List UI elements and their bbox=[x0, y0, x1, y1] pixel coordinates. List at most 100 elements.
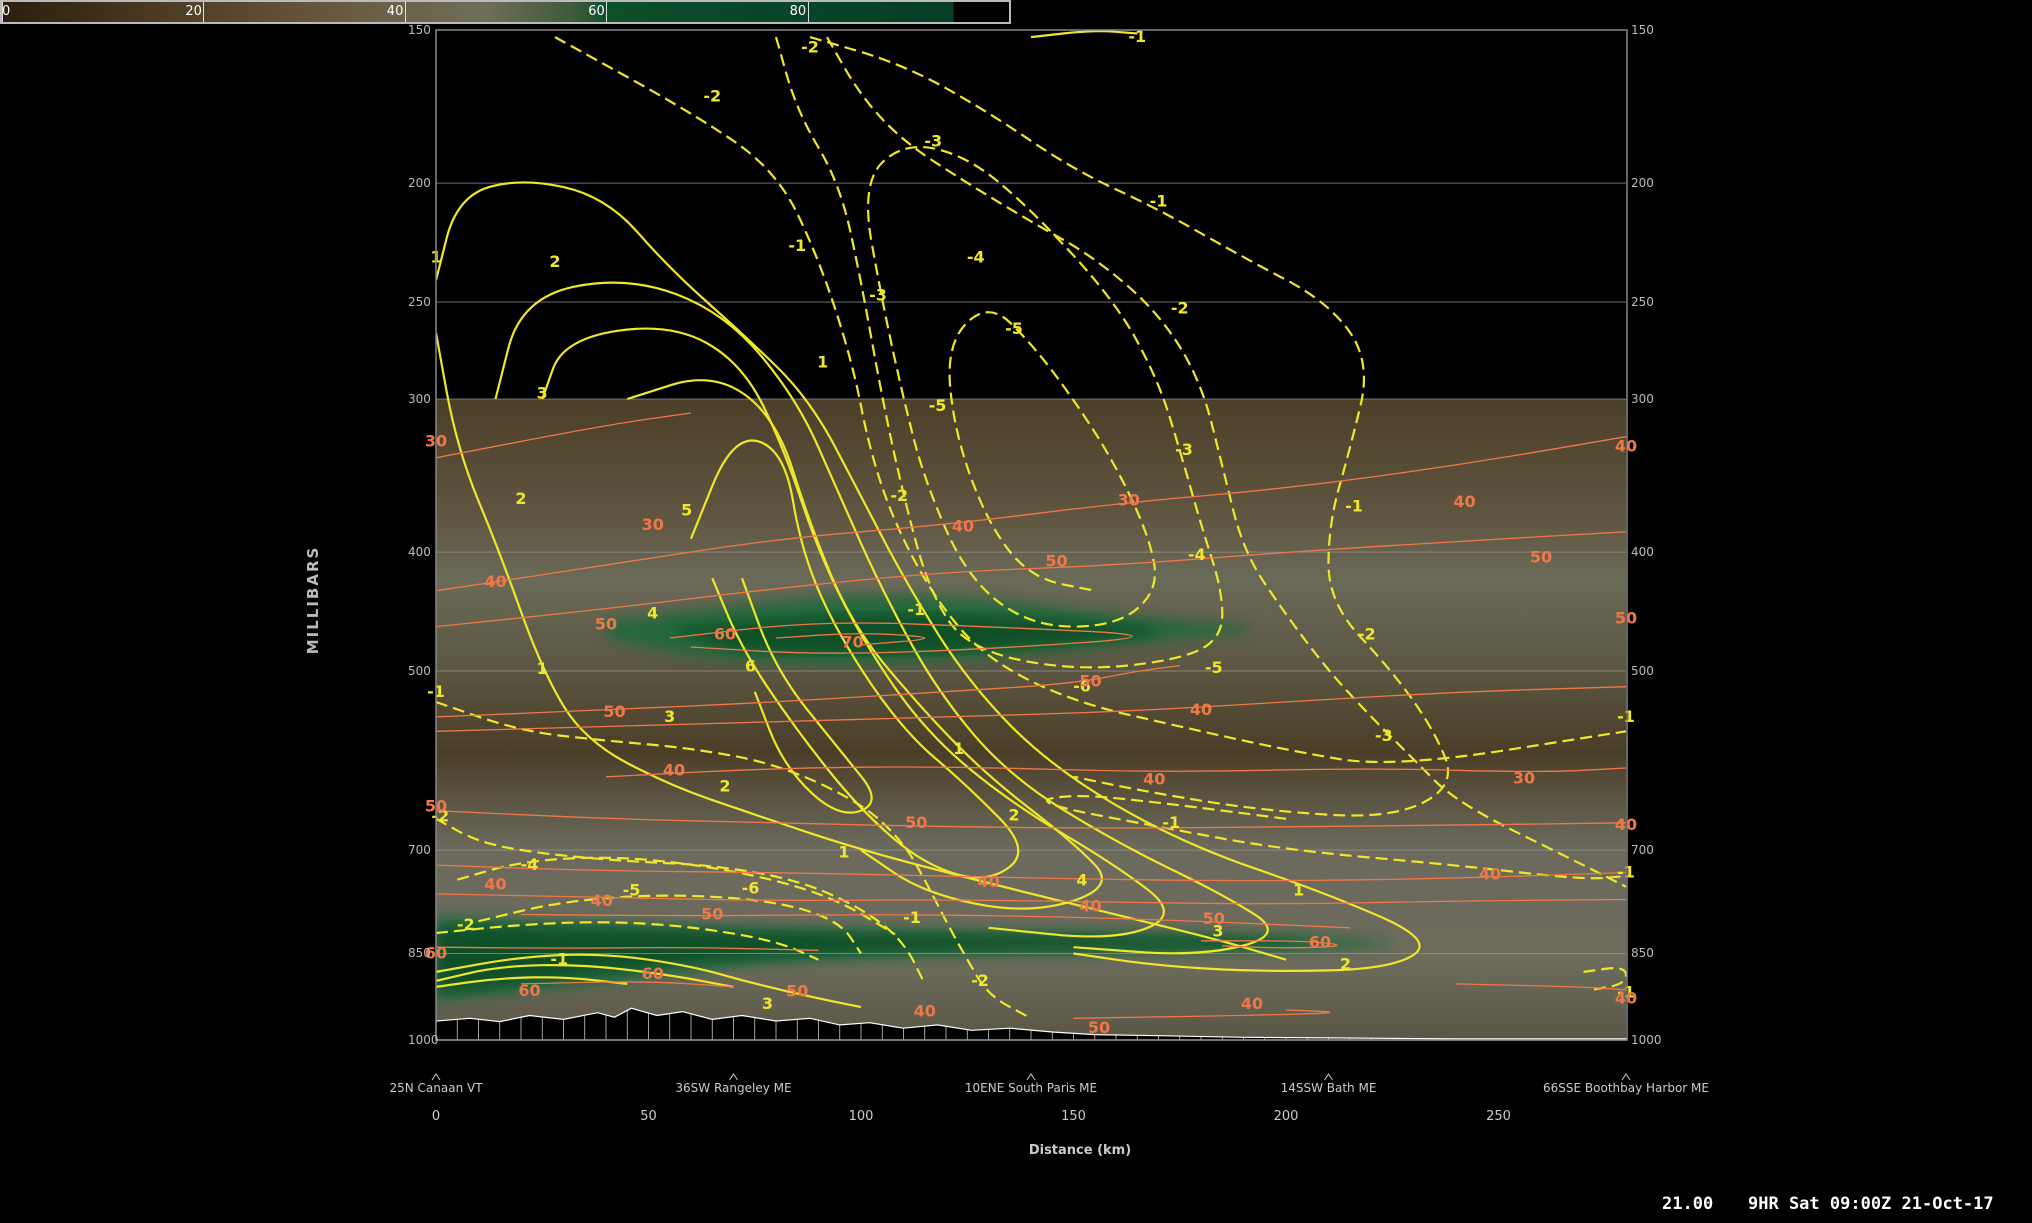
yellow-contour-label: -6 bbox=[742, 878, 760, 897]
orange-contour-label: 40 bbox=[952, 516, 974, 535]
yellow-contour-label: -2 bbox=[1171, 298, 1189, 317]
x-tick-label: 200 bbox=[1273, 1109, 1299, 1124]
station-label: 66SSE Boothbay Harbor ME bbox=[1543, 1081, 1709, 1095]
pressure-tick-label: 200 bbox=[408, 176, 431, 191]
orange-contour-label: 60 bbox=[714, 625, 736, 644]
station-marker bbox=[729, 1073, 738, 1081]
orange-contour-label: 40 bbox=[1079, 896, 1101, 915]
orange-contour-label: 40 bbox=[914, 1002, 936, 1021]
yellow-contour-label: -5 bbox=[623, 880, 641, 899]
yellow-contour-label: 5 bbox=[681, 501, 692, 520]
pressure-tick-label: 150 bbox=[1631, 23, 1654, 37]
orange-contour-label: 50 bbox=[1615, 608, 1637, 627]
yellow-contour-label: -1 bbox=[1617, 707, 1635, 726]
yellow-contour-label: -2 bbox=[457, 915, 475, 934]
orange-contour-label: 40 bbox=[663, 761, 685, 780]
orange-contour-label: 50 bbox=[1079, 672, 1101, 691]
orange-contour-label: 40 bbox=[1615, 437, 1637, 456]
pressure-tick-label: 300 bbox=[1631, 392, 1654, 407]
yellow-contour-label: -5 bbox=[929, 396, 947, 415]
x-axis-label: Distance (km) bbox=[1028, 1143, 1132, 1158]
yellow-contour-label: 6 bbox=[745, 657, 756, 676]
station-marker bbox=[1324, 1073, 1333, 1081]
orange-contour-label: 40 bbox=[484, 572, 506, 591]
pressure-tick-label: 850 bbox=[1631, 946, 1654, 961]
orange-contour-label: 50 bbox=[701, 905, 723, 924]
yellow-contour-label: 3 bbox=[537, 384, 548, 403]
positive-contour bbox=[1030, 30, 1138, 39]
yellow-contour-label: -1 bbox=[1617, 862, 1635, 881]
yellow-contour-label: 1 bbox=[838, 842, 849, 861]
yellow-contour-label: -2 bbox=[971, 971, 989, 990]
yellow-contour-label: -3 bbox=[924, 132, 942, 151]
station-label: 14SSW Bath ME bbox=[1280, 1081, 1377, 1095]
pressure-tick-label: 1000 bbox=[1631, 1033, 1662, 1047]
yellow-contour-label: -1 bbox=[1162, 813, 1180, 832]
station-label: 36SW Rangeley ME bbox=[675, 1081, 792, 1095]
status-valid-time: 9HR Sat 09:00Z 21-Oct-17 bbox=[1748, 1194, 1994, 1214]
pressure-tick-label: 500 bbox=[408, 663, 431, 678]
orange-contour-label: 40 bbox=[977, 872, 999, 891]
orange-contour-label: 50 bbox=[603, 702, 625, 721]
orange-contour-label: 60 bbox=[1309, 933, 1331, 952]
orange-contour-label: 60 bbox=[642, 964, 664, 983]
orange-contour-label: 40 bbox=[1190, 700, 1212, 719]
pressure-tick-label: 500 bbox=[1631, 663, 1654, 678]
yellow-contour-label: -4 bbox=[521, 855, 539, 874]
orange-contour-label: 40 bbox=[591, 891, 613, 910]
orange-contour-label: 50 bbox=[1530, 547, 1552, 566]
y-axis-label: MILLIBARS bbox=[304, 545, 322, 655]
status-value: 21.00 bbox=[1662, 1194, 1714, 1214]
pressure-tick-label: 700 bbox=[408, 843, 431, 858]
pressure-tick-label: 1000 bbox=[408, 1033, 439, 1047]
orange-contour-label: 50 bbox=[786, 982, 808, 1001]
yellow-contour-label: -4 bbox=[967, 248, 985, 267]
yellow-contour-label: -3 bbox=[1175, 440, 1193, 459]
yellow-contour-label: -4 bbox=[1188, 545, 1206, 564]
yellow-contour-label: 1 bbox=[1293, 880, 1304, 899]
pressure-tick-label: 400 bbox=[408, 545, 431, 560]
station-label: 10ENE South Paris ME bbox=[964, 1081, 1098, 1095]
yellow-contour-label: -1 bbox=[907, 600, 925, 619]
yellow-contour-label: 1 bbox=[817, 352, 828, 371]
yellow-contour-label: -1 bbox=[788, 236, 806, 255]
pressure-tick-label: 150 bbox=[408, 23, 431, 37]
pressure-tick-label: 200 bbox=[1631, 176, 1654, 191]
yellow-contour-label: 3 bbox=[664, 707, 675, 726]
yellow-contour-label: -2 bbox=[801, 37, 819, 56]
x-tick-label: 100 bbox=[848, 1109, 874, 1124]
orange-contour-label: 50 bbox=[1203, 909, 1225, 928]
yellow-contour-label: 4 bbox=[647, 604, 658, 623]
pressure-tick-label: 400 bbox=[1631, 545, 1654, 560]
x-tick-label: 250 bbox=[1486, 1109, 1511, 1124]
yellow-contour-label: -5 bbox=[1205, 658, 1223, 677]
orange-contour-label: 40 bbox=[1241, 994, 1263, 1013]
orange-contour-label: 50 bbox=[595, 614, 617, 633]
yellow-contour-label: 3 bbox=[762, 994, 773, 1013]
station-marker bbox=[1621, 1073, 1631, 1081]
x-tick-label: 0 bbox=[431, 1109, 441, 1124]
x-tick-label: 50 bbox=[640, 1109, 657, 1124]
station-marker bbox=[431, 1073, 441, 1081]
orange-contour-label: 50 bbox=[1045, 551, 1067, 570]
orange-contour-label: 40 bbox=[1143, 769, 1165, 788]
orange-contour-label: 40 bbox=[484, 875, 506, 894]
yellow-contour-label: -1 bbox=[903, 908, 921, 927]
yellow-contour-label: 1 bbox=[537, 659, 548, 678]
pressure-tick-label: 250 bbox=[1631, 294, 1654, 309]
station-label: 25N Canaan VT bbox=[389, 1081, 483, 1095]
yellow-contour-label: 2 bbox=[1340, 955, 1351, 974]
orange-contour-label: 40 bbox=[1615, 988, 1637, 1007]
orange-contour-label: 50 bbox=[1088, 1018, 1110, 1037]
orange-contour-label: 40 bbox=[1615, 815, 1637, 834]
yellow-contour-label: 4 bbox=[1076, 870, 1087, 889]
pressure-tick-label: 700 bbox=[1631, 843, 1654, 858]
yellow-contour-label: 1 bbox=[953, 739, 964, 758]
yellow-contour-label: 2 bbox=[719, 776, 730, 795]
orange-contour-label: 40 bbox=[1479, 865, 1501, 884]
yellow-contour-label: -2 bbox=[703, 87, 721, 106]
yellow-contour-label: -2 bbox=[1358, 625, 1376, 644]
orange-contour-label: 30 bbox=[1513, 769, 1535, 788]
station-marker bbox=[1026, 1073, 1036, 1081]
yellow-contour-label: 2 bbox=[549, 252, 560, 271]
